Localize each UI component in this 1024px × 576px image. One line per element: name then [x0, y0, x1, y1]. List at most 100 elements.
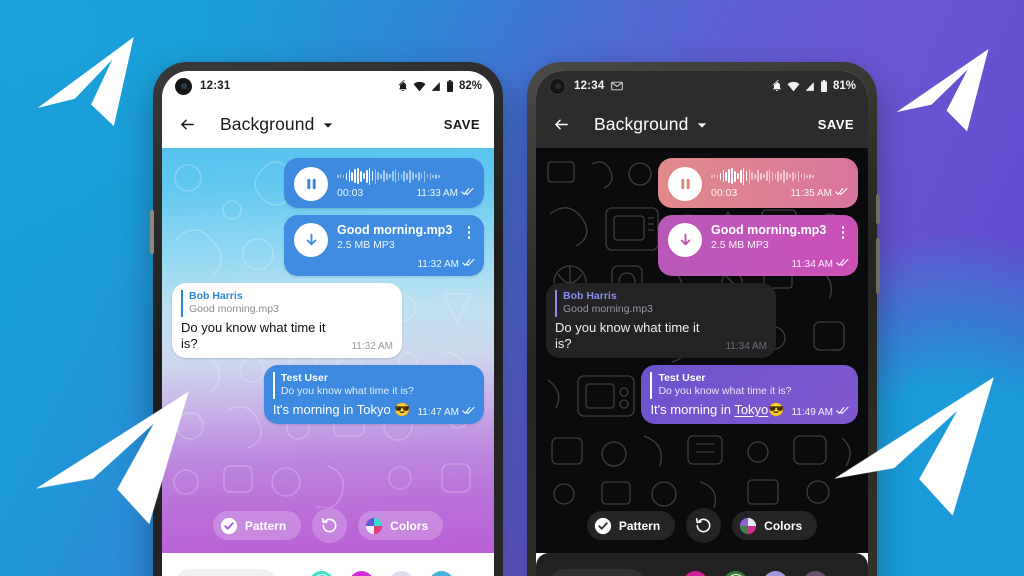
message-row: Test User Do you know what time it is? I… [172, 365, 484, 425]
message-meta: 11:35 AM [790, 187, 848, 199]
chevron-down-icon[interactable] [697, 116, 707, 134]
double-check-icon [836, 258, 849, 270]
outgoing-text-bubble[interactable]: Test User Do you know what time it is? I… [641, 365, 858, 425]
color-swatch[interactable] [723, 570, 748, 576]
double-check-icon [462, 258, 475, 270]
app-bar: Background SAVE [162, 101, 494, 148]
pattern-toggle-button[interactable]: Pattern [586, 511, 676, 540]
notifications-off-icon [397, 80, 409, 92]
battery-icon [446, 80, 454, 92]
status-bar: 12:31 82% [162, 71, 494, 101]
incoming-text-bubble[interactable]: Bob Harris Good morning.mp3 Do you know … [546, 283, 776, 359]
kebab-menu-icon[interactable] [463, 223, 475, 239]
file-name: Good morning.mp3 [337, 223, 453, 237]
color-swatch-row [309, 570, 480, 576]
page-title: Background [594, 114, 689, 134]
color-wheel-icon [365, 517, 383, 535]
kebab-menu-icon[interactable] [837, 223, 849, 239]
phone-light-theme: 12:31 82% Background SAVE 00:03 11:33 AM… [150, 62, 503, 576]
color-swatch[interactable] [429, 570, 454, 576]
download-arrow-icon[interactable] [294, 223, 328, 257]
file-meta: 2.5 MB MP3 [337, 239, 395, 252]
color-picker-sheet: #21EDDA ✕ [162, 553, 494, 576]
sunglasses-emoji: 😎 [768, 402, 785, 418]
download-arrow-icon[interactable] [668, 223, 702, 257]
double-check-icon [462, 406, 475, 418]
colors-button[interactable]: Colors [732, 511, 818, 540]
color-swatch[interactable] [389, 570, 414, 576]
chevron-down-icon[interactable] [323, 116, 333, 134]
file-name: Good morning.mp3 [711, 223, 827, 237]
color-swatch[interactable] [683, 570, 708, 576]
phone-screen-dark: 12:34 81% Background SAVE 00:03 11:35 AM… [536, 71, 868, 576]
voice-waveform[interactable] [711, 167, 848, 185]
back-arrow-icon[interactable] [548, 112, 574, 138]
message-text: Do you know what time it is? [555, 319, 700, 352]
message-time: 11:35 AM [790, 187, 832, 199]
hex-value-chip[interactable]: #00622E ✕ [550, 569, 645, 576]
message-time: 11:47 AM [417, 406, 459, 418]
voice-duration: 00:03 [711, 187, 738, 199]
message-time: 11:32 AM [417, 258, 459, 270]
message-row: Test User Do you know what time it is? I… [546, 365, 858, 425]
phone-side-button[interactable] [150, 210, 154, 254]
message-row: Good morning.mp3 2.5 MB MP3 11:34 AM [546, 215, 858, 276]
signal-icon [430, 81, 442, 92]
reset-rotate-icon[interactable] [312, 508, 348, 543]
phone-side-button[interactable] [876, 194, 880, 224]
double-check-icon [461, 187, 474, 199]
outgoing-text-bubble[interactable]: Test User Do you know what time it is? I… [263, 365, 484, 425]
message-row: Bob Harris Good morning.mp3 Do you know … [172, 283, 484, 359]
reply-quote[interactable]: Bob Harris Good morning.mp3 [181, 290, 393, 317]
incoming-text-bubble[interactable]: Bob Harris Good morning.mp3 Do you know … [172, 283, 402, 359]
color-swatch[interactable] [309, 570, 334, 576]
pattern-toggle-button[interactable]: Pattern [212, 511, 302, 540]
telegram-paper-plane-icon [20, 29, 160, 151]
hex-value-chip[interactable]: #21EDDA ✕ [176, 569, 276, 576]
envelope-icon [611, 81, 624, 91]
reply-author: Bob Harris [563, 290, 617, 302]
pattern-label: Pattern [618, 518, 661, 533]
file-message-bubble[interactable]: Good morning.mp3 2.5 MB MP3 11:34 AM [658, 215, 858, 276]
color-swatch-row [683, 570, 854, 576]
back-arrow-icon[interactable] [174, 112, 200, 138]
signal-icon [804, 81, 816, 92]
battery-percent: 82% [458, 80, 482, 92]
save-button[interactable]: SAVE [444, 117, 480, 132]
reply-quote[interactable]: Test User Do you know what time it is? [272, 372, 475, 400]
message-time: 11:34 AM [791, 258, 833, 270]
pause-icon[interactable] [668, 167, 702, 201]
color-swatch[interactable] [763, 570, 788, 576]
message-row: Bob Harris Good morning.mp3 Do you know … [546, 283, 858, 359]
color-swatch[interactable] [349, 570, 374, 576]
color-swatch[interactable] [803, 570, 828, 576]
reply-snippet: Good morning.mp3 [189, 303, 279, 316]
sunglasses-emoji: 😎 [394, 402, 411, 418]
save-button[interactable]: SAVE [818, 117, 854, 132]
voice-message-bubble[interactable]: 00:03 11:33 AM [284, 158, 484, 208]
wifi-icon [413, 81, 426, 92]
status-bar: 12:34 81% [536, 71, 868, 101]
phone-side-button[interactable] [876, 238, 880, 294]
message-meta: 11:49 AM [791, 406, 849, 418]
message-text: It's morning in Tokyo 😎 [272, 402, 411, 418]
message-row: 00:03 11:35 AM [546, 158, 858, 208]
reply-quote[interactable]: Bob Harris Good morning.mp3 [555, 290, 767, 317]
message-time: 11:33 AM [416, 187, 458, 199]
page-title: Background [220, 114, 315, 134]
location-link[interactable]: Tokyo [734, 402, 768, 417]
voice-message-bubble[interactable]: 00:03 11:35 AM [658, 158, 858, 208]
message-row: 00:03 11:33 AM [172, 158, 484, 208]
pause-icon[interactable] [294, 167, 328, 201]
reset-rotate-icon[interactable] [686, 508, 722, 543]
voice-waveform[interactable] [337, 167, 474, 185]
editor-action-chips: Pattern Colors [162, 508, 494, 543]
double-check-icon [835, 187, 848, 199]
colors-button[interactable]: Colors [358, 511, 444, 540]
file-message-bubble[interactable]: Good morning.mp3 2.5 MB MP3 11:32 AM [284, 215, 484, 276]
message-time: 11:34 AM [725, 341, 767, 353]
chat-preview-area: 00:03 11:33 AM Good morning.mp3 2.5 MB M… [162, 148, 494, 553]
status-time: 12:34 [574, 80, 605, 92]
reply-snippet: Do you know what time it is? [280, 385, 414, 398]
reply-quote[interactable]: Test User Do you know what time it is? [650, 372, 849, 400]
